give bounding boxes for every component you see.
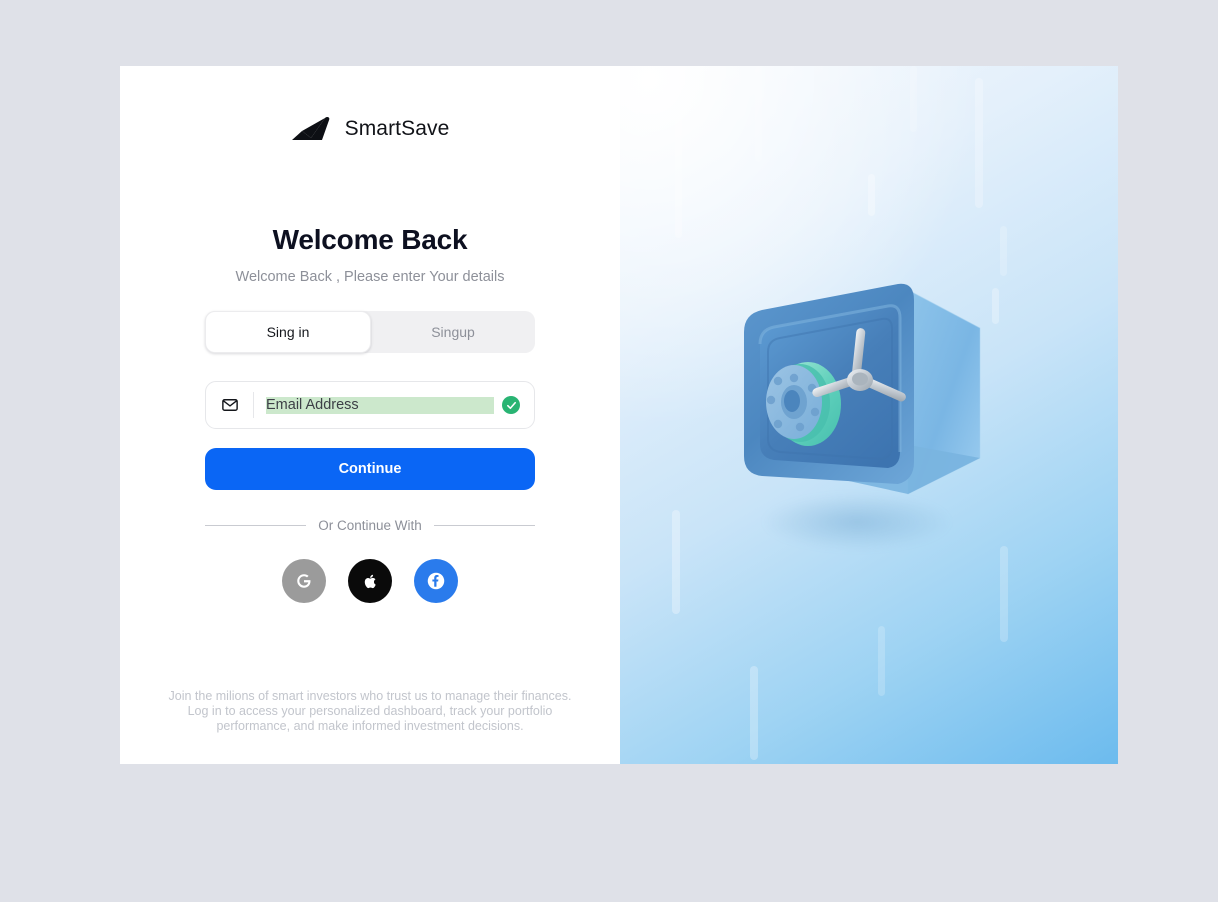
envelope-icon bbox=[220, 395, 240, 415]
divider-line-right bbox=[433, 525, 536, 526]
safe-shadow bbox=[722, 482, 992, 562]
email-input-value[interactable]: Email Address bbox=[266, 396, 494, 414]
decor-bar bbox=[975, 78, 983, 208]
apple-login-button[interactable] bbox=[348, 559, 392, 603]
decor-bar bbox=[672, 510, 680, 614]
decor-bar bbox=[750, 666, 758, 760]
brand-name: SmartSave bbox=[344, 117, 450, 140]
tab-sign-in[interactable]: Sing in bbox=[205, 311, 371, 353]
facebook-login-button[interactable] bbox=[414, 559, 458, 603]
decor-bar bbox=[868, 174, 875, 216]
brand-logo: SmartSave bbox=[291, 112, 450, 146]
decor-bar bbox=[755, 66, 762, 162]
apple-icon bbox=[364, 574, 376, 588]
google-icon bbox=[297, 574, 311, 588]
email-field[interactable]: Email Address bbox=[205, 381, 535, 429]
arrow-swoosh-logo-icon bbox=[291, 117, 329, 140]
or-divider: Or Continue With bbox=[205, 518, 536, 533]
divider-line-left bbox=[205, 525, 307, 526]
heading-block: Welcome Back Welcome Back , Please enter… bbox=[120, 224, 620, 285]
check-circle-icon bbox=[502, 396, 520, 414]
social-login-row bbox=[282, 559, 458, 603]
page-subtitle: Welcome Back , Please enter Your details bbox=[235, 269, 505, 285]
safe-illustration bbox=[712, 262, 1012, 562]
decor-bar bbox=[910, 66, 917, 132]
login-page: SmartSave Welcome Back Welcome Back , Pl… bbox=[0, 0, 1218, 902]
field-divider bbox=[253, 392, 254, 418]
tab-sign-up[interactable]: Singup bbox=[371, 311, 535, 353]
auth-mode-tabs: Sing in Singup bbox=[205, 311, 535, 353]
legal-text: Join the milions of smart investors who … bbox=[168, 689, 572, 733]
divider-label: Or Continue With bbox=[318, 518, 422, 533]
illustration-pane bbox=[620, 66, 1118, 764]
decor-bar bbox=[878, 626, 885, 696]
page-title: Welcome Back bbox=[272, 224, 468, 255]
auth-card: SmartSave Welcome Back Welcome Back , Pl… bbox=[120, 66, 1118, 764]
form-pane: SmartSave Welcome Back Welcome Back , Pl… bbox=[120, 66, 620, 764]
continue-button[interactable]: Continue bbox=[205, 448, 535, 490]
decor-bar bbox=[675, 90, 682, 238]
facebook-icon bbox=[427, 572, 445, 590]
google-login-button[interactable] bbox=[282, 559, 326, 603]
